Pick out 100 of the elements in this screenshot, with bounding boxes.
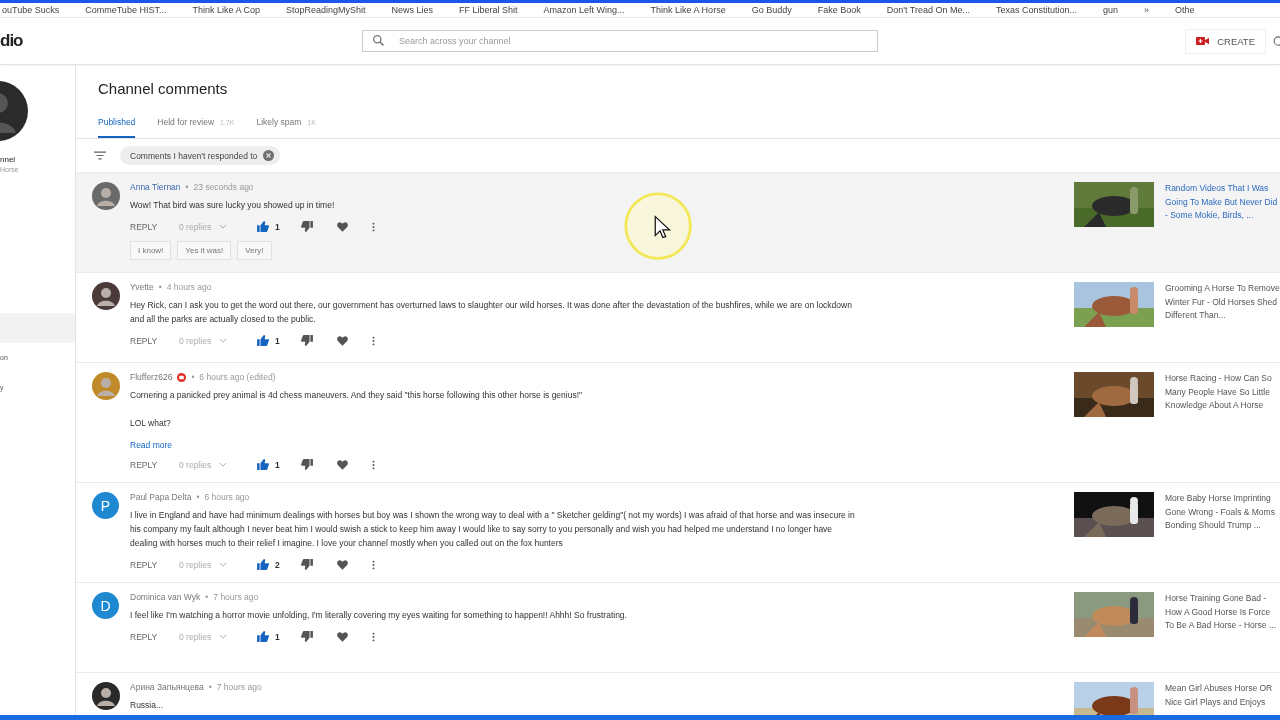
video-title-link[interactable]: Horse Training Gone Bad - How A Good Horse Is Force To Be A Bad Horse - Horse ... bbox=[1165, 592, 1280, 662]
reply-button[interactable]: REPLY bbox=[130, 219, 179, 234]
bookmark-link[interactable]: News Lies bbox=[391, 3, 433, 17]
read-more-link[interactable]: Read more bbox=[130, 440, 173, 450]
suggested-reply-button[interactable]: I know! bbox=[130, 241, 172, 260]
more-icon[interactable] bbox=[372, 559, 375, 570]
reply-button[interactable]: REPLY bbox=[130, 457, 179, 472]
heart-icon[interactable] bbox=[337, 335, 348, 346]
bookmark-link[interactable]: Think Like A Horse bbox=[650, 3, 726, 17]
like-button[interactable]: 1 bbox=[257, 219, 301, 234]
like-button[interactable]: 1 bbox=[257, 333, 301, 348]
thumbs-down-icon[interactable] bbox=[301, 459, 313, 470]
tab[interactable]: Published bbox=[98, 117, 136, 138]
chevron-icon bbox=[219, 634, 228, 639]
video-title-link[interactable]: Grooming A Horse To Remove Winter Fur - Old Horses Shed Different Than... bbox=[1165, 282, 1280, 352]
bookmark-link[interactable]: Othe bbox=[1175, 3, 1195, 17]
page-title: Channel comments bbox=[98, 80, 229, 97]
thumbs-up-icon bbox=[257, 559, 269, 570]
comment-text: LOL what? bbox=[130, 417, 172, 430]
thumbs-down-icon[interactable] bbox=[301, 631, 313, 642]
thumbs-up-icon bbox=[257, 459, 269, 470]
separator-dot: • bbox=[196, 492, 200, 502]
comment-author[interactable]: Dominica van Wyk bbox=[130, 592, 201, 602]
bookmark-link[interactable]: Texas Constitution... bbox=[995, 3, 1077, 17]
separator-dot: • bbox=[208, 682, 212, 692]
more-icon[interactable] bbox=[372, 459, 375, 470]
bookmark-link[interactable]: FF Liberal Shit bbox=[459, 3, 518, 17]
bookmark-link[interactable]: Think Like A Cop bbox=[192, 3, 260, 17]
comment-text: Russia... bbox=[130, 699, 165, 712]
letter-avatar: D bbox=[92, 592, 119, 619]
comment-author[interactable]: Арина Запьянцева bbox=[130, 682, 204, 692]
comment-author[interactable]: Flufferz626 bbox=[130, 372, 173, 382]
like-button[interactable]: 2 bbox=[257, 557, 301, 572]
suggested-reply-button[interactable]: Very! bbox=[237, 241, 272, 260]
studio-logo[interactable]: dio bbox=[0, 31, 362, 51]
comment-text: Hey Rick, can I ask you to get the word out there, our government has overturned laws to slaughter our wild horses. It was done after the devastation of the bushfires, while we are on lockdown and all the parks are actually closed to the public. bbox=[130, 299, 853, 326]
bookmark-link[interactable]: Go Buddy bbox=[751, 3, 792, 17]
heart-icon[interactable] bbox=[337, 459, 348, 470]
close-icon[interactable] bbox=[263, 150, 275, 161]
thumbs-up-icon bbox=[257, 221, 269, 232]
separator-dot: • bbox=[205, 592, 209, 602]
video-title-link[interactable]: Horse Racing - How Can So Many People Have So Little Knowledge About A Horse bbox=[1165, 372, 1280, 472]
thumbs-down-icon[interactable] bbox=[301, 335, 313, 346]
reply-button[interactable]: REPLY bbox=[130, 629, 179, 644]
separator-dot: • bbox=[191, 372, 195, 382]
reply-button[interactable]: REPLY bbox=[130, 557, 179, 572]
search-field[interactable]: Search across your channel bbox=[362, 30, 878, 52]
thumbs-down-icon[interactable] bbox=[301, 559, 313, 570]
thumbs-up-icon bbox=[257, 335, 269, 346]
bookmark-link[interactable]: CommeTube HIST... bbox=[85, 3, 167, 17]
comment-author[interactable]: Paul Papa Delta bbox=[130, 492, 192, 502]
comment-time: 23 seconds ago bbox=[193, 182, 254, 192]
heart-icon[interactable] bbox=[337, 559, 348, 570]
video-title-link[interactable]: Random Videos That I Was Going To Make But Never Did - Some Mokie, Birds, ... bbox=[1165, 182, 1280, 262]
comment-text: I live in England and have had minimum dealings with horses but boy was I shown the wrong way to deal with a " Sketcher gelding"( not my words) I was afraid of that horse and was insecure in his company my fault although I never beat him I would swish a stick to keep him away I would like to say sorry to you personally and wish you had helped me understand I no longer have dealing with horses much to their relief I imagine. I love your channel mostly when you called out on the fox hunters bbox=[130, 509, 856, 550]
comment-text: I feel like I'm watching a horror movie unfolding, I'm literally covering my eyes waiting for something to happen!! Ahhh! So frustrating. bbox=[130, 609, 628, 622]
camera-icon bbox=[1196, 36, 1210, 46]
chevron-icon bbox=[219, 462, 228, 467]
bookmark-link[interactable]: Fake Book bbox=[817, 3, 861, 17]
letter-avatar: P bbox=[92, 492, 119, 519]
bookmark-link[interactable]: StopReadingMyShit bbox=[285, 3, 366, 17]
comment-time: 7 hours ago bbox=[213, 592, 259, 602]
create-button[interactable]: CREATE bbox=[1185, 28, 1266, 54]
chevron-icon bbox=[219, 338, 228, 343]
like-button[interactable]: 1 bbox=[257, 629, 301, 644]
bookmark-link[interactable]: Amazon Left Wing... bbox=[543, 3, 625, 17]
like-button[interactable]: 1 bbox=[257, 457, 301, 472]
avatar bbox=[92, 282, 120, 310]
bookmark-link[interactable]: Don't Tread On Me... bbox=[886, 3, 970, 17]
more-icon[interactable] bbox=[372, 221, 375, 232]
suggested-reply-button[interactable]: Yes it was! bbox=[177, 241, 232, 260]
comment-row[interactable] bbox=[76, 172, 1280, 272]
heart-icon[interactable] bbox=[337, 631, 348, 642]
more-icon[interactable] bbox=[372, 335, 375, 346]
thumbs-down-icon[interactable] bbox=[301, 221, 313, 232]
heart-icon[interactable] bbox=[337, 221, 348, 232]
more-icon[interactable] bbox=[372, 631, 375, 642]
comment-author[interactable]: Yvette bbox=[130, 282, 154, 292]
thumbs-up-icon bbox=[257, 631, 269, 642]
bookmark-link[interactable]: gun bbox=[1103, 3, 1119, 17]
avatar bbox=[92, 372, 120, 400]
video-title-link[interactable]: Mean Girl Abuses Horse OR Nice Girl Plays and Enjoys bbox=[1165, 682, 1280, 720]
reply-button[interactable]: REPLY bbox=[130, 333, 179, 348]
comment-time: 4 hours ago bbox=[166, 282, 212, 292]
bookmark-link[interactable]: » bbox=[1144, 3, 1150, 17]
comment-time: 6 hours ago bbox=[204, 492, 250, 502]
comment-time: 6 hours ago (edited) bbox=[199, 372, 276, 382]
comment-author[interactable]: Anna Tiernan bbox=[130, 182, 181, 192]
avatar bbox=[92, 682, 120, 710]
chevron-icon bbox=[219, 562, 228, 567]
comment-text: Cornering a panicked prey animal is 4d chess maneuvers. And they said "this horse following this other horse is genius!" bbox=[130, 389, 584, 402]
separator-dot: • bbox=[185, 182, 189, 192]
filter-chip[interactable]: Comments I haven't responded to bbox=[120, 146, 281, 165]
filter-icon[interactable] bbox=[94, 151, 106, 160]
separator-dot: • bbox=[158, 282, 162, 292]
bookmark-link[interactable]: ouTube Sucks bbox=[2, 3, 60, 17]
video-title-link[interactable]: More Baby Horse Imprinting Gone Wrong - Foals & Moms Bonding Should Trump ... bbox=[1165, 492, 1280, 572]
comment-text: Wow! That bird was sure lucky you showed up in time! bbox=[130, 199, 336, 212]
chevron-icon bbox=[219, 224, 228, 229]
search-icon bbox=[372, 34, 385, 47]
